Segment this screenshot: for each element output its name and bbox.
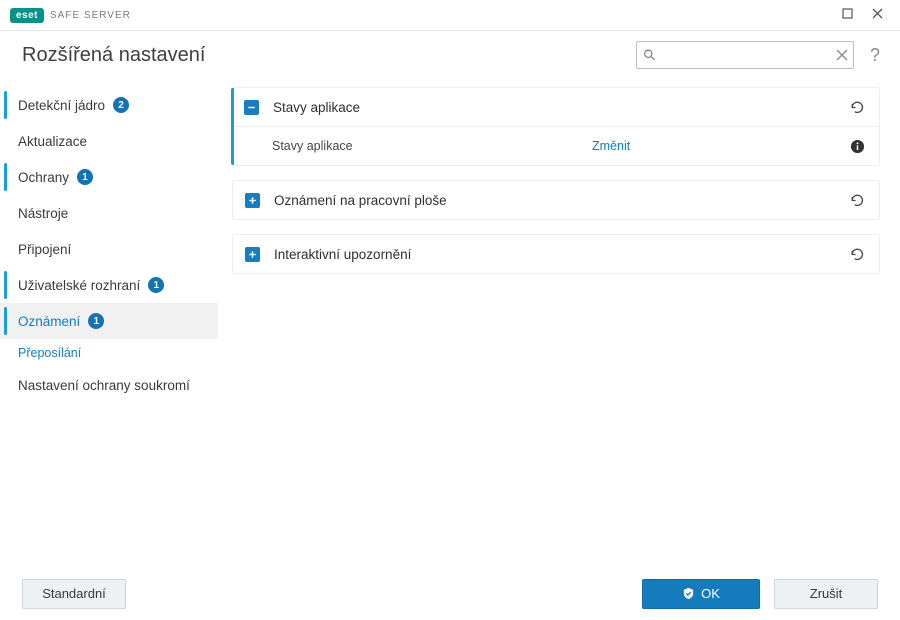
sidebar: Detekční jádro 2 Aktualizace Ochrany 1 N… (0, 79, 218, 566)
badge: 1 (148, 277, 164, 293)
header: Rozšířená nastavení ? (0, 31, 900, 79)
change-link[interactable]: Změnit (592, 139, 630, 153)
search-input[interactable] (637, 42, 853, 68)
sidebar-item-detection-core[interactable]: Detekční jádro 2 (0, 87, 218, 123)
badge: 1 (77, 169, 93, 185)
sidebar-item-label: Ochrany (18, 170, 69, 185)
sidebar-item-label: Uživatelské rozhraní (18, 278, 140, 293)
undo-button[interactable] (848, 192, 865, 209)
brand-pill: eset (10, 8, 44, 23)
badge: 1 (88, 313, 104, 329)
brand: eset SAFE SERVER (10, 8, 131, 23)
brand-text: SAFE SERVER (50, 10, 131, 21)
footer: Standardní OK Zrušit (0, 566, 900, 620)
sidebar-item-label: Aktualizace (18, 134, 87, 149)
titlebar: eset SAFE SERVER (0, 0, 900, 30)
help-button[interactable]: ? (864, 45, 886, 66)
help-icon: ? (870, 45, 880, 65)
info-icon (850, 139, 865, 154)
sidebar-item-connection[interactable]: Připojení (0, 231, 218, 267)
sidebar-item-update[interactable]: Aktualizace (0, 123, 218, 159)
expand-icon (245, 247, 260, 262)
undo-button[interactable] (848, 246, 865, 263)
panel-desktop-notifications: Oznámení na pracovní ploše (232, 180, 880, 220)
panel-header[interactable]: Oznámení na pracovní ploše (233, 181, 879, 219)
search-icon (643, 49, 656, 62)
sidebar-item-label: Oznámení (18, 314, 80, 329)
shield-icon (682, 587, 695, 600)
panel-app-states: Stavy aplikace Stavy aplikace Změnit (232, 87, 880, 166)
sidebar-item-tools[interactable]: Nástroje (0, 195, 218, 231)
settings-row-app-states: Stavy aplikace Změnit (232, 127, 879, 165)
panel-interactive-alerts: Interaktivní upozornění (232, 234, 880, 274)
page-title: Rozšířená nastavení (22, 44, 205, 67)
undo-icon (848, 246, 865, 263)
button-label: OK (701, 586, 720, 601)
panel-title: Stavy aplikace (273, 100, 360, 115)
expand-icon (245, 193, 260, 208)
sidebar-item-ui[interactable]: Uživatelské rozhraní 1 (0, 267, 218, 303)
sidebar-sub-label: Přeposílání (18, 346, 81, 360)
sidebar-item-label: Detekční jádro (18, 98, 105, 113)
search-field[interactable] (636, 41, 854, 69)
undo-icon (848, 192, 865, 209)
panel-header[interactable]: Stavy aplikace (232, 88, 879, 126)
button-label: Zrušit (810, 586, 843, 601)
sidebar-item-notifications[interactable]: Oznámení 1 (0, 303, 218, 339)
square-icon (842, 6, 853, 24)
window-close-button[interactable] (862, 1, 892, 29)
window-maximize-button[interactable] (832, 1, 862, 29)
button-label: Standardní (42, 586, 106, 601)
sidebar-item-protection[interactable]: Ochrany 1 (0, 159, 218, 195)
sidebar-item-label: Připojení (18, 242, 71, 257)
undo-button[interactable] (848, 99, 865, 116)
sidebar-item-label: Nástroje (18, 206, 68, 221)
main-content: Stavy aplikace Stavy aplikace Změnit (218, 79, 900, 566)
panel-title: Interaktivní upozornění (274, 247, 411, 262)
close-icon (872, 6, 883, 24)
sidebar-item-privacy[interactable]: Nastavení ochrany soukromí (0, 367, 218, 403)
collapse-icon (244, 100, 259, 115)
cancel-button[interactable]: Zrušit (774, 579, 878, 609)
info-button[interactable] (850, 139, 865, 154)
sidebar-item-label: Nastavení ochrany soukromí (18, 378, 190, 393)
row-label: Stavy aplikace (272, 139, 592, 153)
default-button[interactable]: Standardní (22, 579, 126, 609)
panel-title: Oznámení na pracovní ploše (274, 193, 447, 208)
badge: 2 (113, 97, 129, 113)
clear-icon[interactable] (836, 49, 848, 61)
panel-header[interactable]: Interaktivní upozornění (233, 235, 879, 273)
sidebar-sub-forwarding[interactable]: Přeposílání (0, 339, 218, 367)
undo-icon (848, 99, 865, 116)
ok-button[interactable]: OK (642, 579, 760, 609)
